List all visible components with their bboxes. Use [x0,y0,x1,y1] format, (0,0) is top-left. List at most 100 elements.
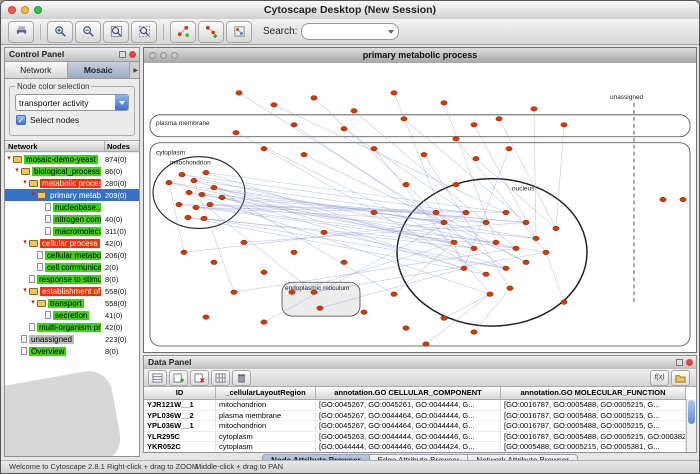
network-node[interactable] [507,286,513,291]
tree-row[interactable]: ▾mosaic-demo-yeast874(0) [5,153,139,165]
table-row[interactable]: YLR295Ccytoplasm[GO:0045263, GO:0044444,… [144,432,696,443]
frame-maximize-icon[interactable] [171,52,178,59]
network-node[interactable] [371,210,377,215]
expand-icon[interactable]: ▾ [13,165,21,177]
network-node[interactable] [523,220,529,225]
tree-row[interactable]: ▾primary metabo...209(0) [5,189,139,201]
table-cell[interactable]: mitochondrion [216,421,316,431]
table-cell[interactable]: [GO:0045267, GO:0044464, GO:0044444, G..… [316,411,501,421]
zoom-selected-button[interactable] [131,21,157,43]
network-node[interactable] [423,342,429,347]
tree-row[interactable]: multi-organism pro...42(0) [5,321,139,333]
network-node[interactable] [461,266,467,271]
network-node[interactable] [561,122,567,127]
column-header[interactable]: _cellularLayoutRegion [216,387,316,399]
tab-mosaic[interactable]: Mosaic [68,62,131,78]
network-edge[interactable] [169,183,184,253]
float-panel-icon[interactable] [119,51,126,58]
table-row[interactable]: YKR052Ccytoplasm[GO:0044444, GO:0044446,… [144,442,696,452]
tab-overflow-icon[interactable]: ▶ [133,64,138,78]
network-node[interactable] [191,178,197,183]
network-node[interactable] [199,192,205,197]
network-node[interactable] [311,290,317,295]
table-cell[interactable]: [GO:0016787, GO:0005488, GO:0005215, GO:… [501,432,686,442]
network-node[interactable] [471,330,477,335]
network-node[interactable] [186,190,192,195]
matrix-button[interactable] [211,370,230,386]
table-cell[interactable]: cytoplasm [216,432,316,442]
tree-row[interactable]: nitrogen compo...40(0) [5,213,139,225]
create-attribute-button[interactable] [169,370,188,386]
network-node[interactable] [403,326,409,331]
import-attributes-button[interactable] [671,370,690,386]
frame-close-icon[interactable] [149,52,156,59]
tree-row[interactable]: ▾metabolic process280(0) [5,177,139,189]
tree-col-nodes[interactable]: Nodes [104,141,139,151]
network-node[interactable] [451,240,457,245]
network-node[interactable] [441,101,447,106]
delete-attribute-button[interactable] [190,370,209,386]
network-node[interactable] [321,230,327,235]
zoom-out-button[interactable] [75,21,101,43]
table-cell[interactable]: [GO:0045263, GO:0044444, GO:0044446, G..… [316,432,501,442]
node-color-dropdown[interactable]: transporter activity [15,94,129,111]
tab-network[interactable]: Network [5,62,68,78]
network-node[interactable] [176,202,182,207]
table-cell[interactable]: [GO:0045267, GO:0045261, GO:0044444, G..… [316,400,501,410]
close-panel-icon[interactable] [129,51,136,58]
tree-row[interactable]: macromolecule...311(0) [5,225,139,237]
network-node[interactable] [553,226,559,231]
tree-row[interactable]: ▾cellular process42(0) [5,237,139,249]
table-cell[interactable]: YLR295C [144,432,216,442]
network-node[interactable] [291,250,297,255]
table-cell[interactable]: [GO:0016787, GO:0005488, GO:0005215, G..… [501,411,686,421]
network-node[interactable] [179,172,185,177]
network-node[interactable] [391,292,397,297]
print-button[interactable] [8,21,34,43]
network-node[interactable] [503,266,509,271]
search-dropdown-icon[interactable] [388,30,394,34]
network-node[interactable] [496,117,502,122]
expand-icon[interactable]: ▾ [29,297,37,309]
network-edge[interactable] [534,109,536,239]
tree-row[interactable]: nucleobase... [5,201,139,213]
network-node[interactable] [531,107,537,112]
network-node[interactable] [463,210,469,215]
table-cell[interactable]: mitochondrion [216,400,316,410]
table-cell[interactable]: YJR121W__1 [144,400,216,410]
network-node[interactable] [441,316,447,321]
network-edge[interactable] [374,149,490,294]
network-node[interactable] [317,306,323,311]
network-node[interactable] [680,197,686,202]
network-node[interactable] [193,205,199,210]
network-node[interactable] [207,202,213,207]
tree-row[interactable]: unassigned223(0) [5,333,139,345]
network-node[interactable] [201,216,207,221]
network-node[interactable] [361,310,367,315]
network-edge[interactable] [234,248,516,292]
network-node[interactable] [289,290,295,295]
network-node[interactable] [401,117,407,122]
network-node[interactable] [261,146,267,151]
network-edge[interactable] [444,294,490,318]
network-edge[interactable] [546,252,564,302]
network-node[interactable] [185,215,191,220]
network-node[interactable] [236,91,242,96]
tree-row[interactable]: Overview8(0) [5,345,139,357]
network-node[interactable] [341,260,347,265]
network-node[interactable] [291,122,297,127]
column-header[interactable]: annotation.GO MOLECULAR_FUNCTION [501,387,686,399]
network-node[interactable] [441,220,447,225]
network-node[interactable] [483,220,489,225]
network-edge[interactable] [556,125,564,229]
tree-row[interactable]: ▾biological_process86(0) [5,165,139,177]
table-cell[interactable]: YPL036W__1 [144,421,216,431]
network-node[interactable] [391,91,397,96]
float-panel-icon[interactable] [676,359,683,366]
network-edge[interactable] [194,181,234,293]
zoom-fit-button[interactable] [103,21,129,43]
network-node[interactable] [231,290,237,295]
window-titlebar[interactable]: Cytoscape Desktop (New Session) [1,1,699,20]
column-header[interactable]: ID [144,387,216,399]
network-canvas[interactable]: plasma membranecytoplasmmitochondrionnuc… [144,63,696,352]
